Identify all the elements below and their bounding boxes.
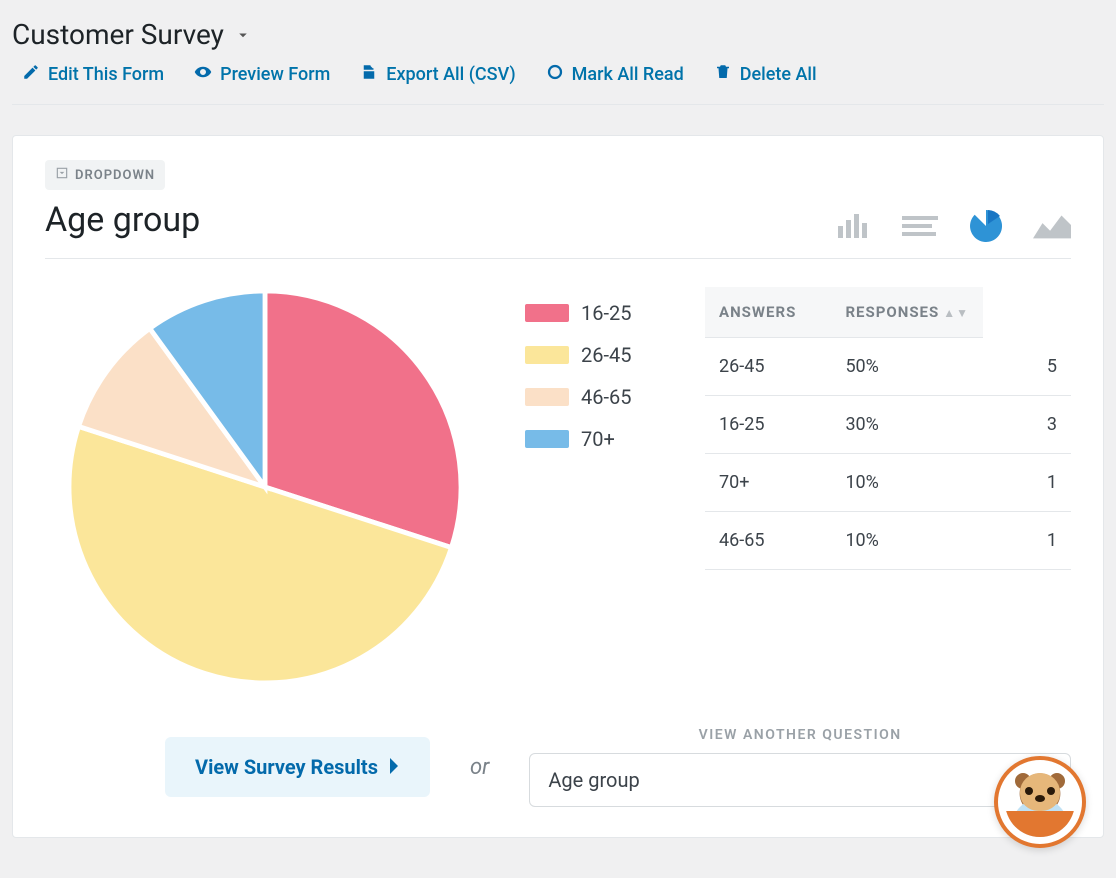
help-mascot-button[interactable]	[994, 756, 1086, 848]
chevron-down-icon	[234, 18, 252, 51]
delete-all-label: Delete All	[740, 64, 817, 85]
legend-label: 26-45	[581, 343, 632, 367]
edit-form-label: Edit This Form	[48, 64, 164, 85]
legend-swatch	[525, 346, 569, 364]
sort-icon: ▲▼	[943, 306, 969, 320]
question-select[interactable]: Age group	[529, 753, 1071, 807]
delete-all-link[interactable]: Delete All	[714, 63, 817, 86]
field-type-label: DROPDOWN	[75, 168, 155, 183]
legend-item: 70+	[525, 427, 665, 451]
circle-icon	[546, 63, 564, 86]
trash-icon	[714, 63, 732, 86]
responses-table: ANSWERS RESPONSES▲▼ 26-4550%516-2530%370…	[705, 287, 1071, 570]
legend-swatch	[525, 304, 569, 322]
question-title: Age group	[45, 200, 200, 240]
chart-legend: 16-25 26-45 46-65 70+	[525, 287, 665, 469]
export-icon	[360, 63, 378, 86]
view-another-label: VIEW ANOTHER QUESTION	[529, 727, 1071, 743]
table-row: 70+10%1	[705, 454, 1071, 512]
mascot-icon	[1005, 767, 1075, 837]
pencil-icon	[22, 63, 40, 86]
legend-label: 70+	[581, 427, 615, 451]
question-select-value: Age group	[548, 768, 639, 792]
mark-all-read-label: Mark All Read	[572, 64, 684, 85]
view-survey-results-button[interactable]: View Survey Results	[165, 737, 430, 797]
answers-header[interactable]: ANSWERS	[705, 287, 831, 338]
count-cell: 5	[983, 338, 1071, 396]
table-header-row: ANSWERS RESPONSES▲▼	[705, 287, 1071, 338]
legend-item: 16-25	[525, 301, 665, 325]
answer-cell: 46-65	[705, 512, 831, 570]
percent-cell: 30%	[831, 396, 983, 454]
answer-cell: 16-25	[705, 396, 831, 454]
legend-swatch	[525, 430, 569, 448]
dropdown-icon	[55, 166, 69, 184]
pie-chart	[45, 287, 485, 687]
percent-cell: 10%	[831, 454, 983, 512]
bar-chart-icon[interactable]	[835, 212, 873, 240]
legend-item: 26-45	[525, 343, 665, 367]
table-row: 16-2530%3	[705, 396, 1071, 454]
export-csv-link[interactable]: Export All (CSV)	[360, 63, 515, 86]
field-type-badge: DROPDOWN	[45, 160, 165, 190]
count-cell: 1	[983, 454, 1071, 512]
preview-form-link[interactable]: Preview Form	[194, 63, 330, 86]
view-mode-switcher	[835, 212, 1071, 240]
table-row: 26-4550%5	[705, 338, 1071, 396]
count-cell: 1	[983, 512, 1071, 570]
form-actions-bar: Edit This Form Preview Form Export All (…	[12, 57, 1104, 105]
export-csv-label: Export All (CSV)	[386, 64, 515, 85]
percent-cell: 10%	[831, 512, 983, 570]
table-row: 46-6510%1	[705, 512, 1071, 570]
view-results-label: View Survey Results	[195, 755, 378, 779]
responses-header[interactable]: RESPONSES▲▼	[831, 287, 983, 338]
eye-icon	[194, 63, 212, 86]
question-card: DROPDOWN Age group 16-2526-4546-6570+	[12, 135, 1104, 838]
count-cell: 3	[983, 396, 1071, 454]
answer-cell: 70+	[705, 454, 831, 512]
chevron-right-icon	[388, 755, 400, 779]
edit-form-link[interactable]: Edit This Form	[22, 63, 164, 86]
text-list-icon[interactable]	[901, 212, 939, 240]
preview-form-label: Preview Form	[220, 64, 330, 85]
percent-cell: 50%	[831, 338, 983, 396]
or-separator: or	[470, 755, 489, 780]
mark-all-read-link[interactable]: Mark All Read	[546, 63, 684, 86]
answer-cell: 26-45	[705, 338, 831, 396]
pie-chart-icon[interactable]	[967, 212, 1005, 240]
legend-label: 16-25	[581, 301, 632, 325]
legend-swatch	[525, 388, 569, 406]
legend-label: 46-65	[581, 385, 632, 409]
area-chart-icon[interactable]	[1033, 212, 1071, 240]
legend-item: 46-65	[525, 385, 665, 409]
form-title: Customer Survey	[12, 18, 224, 51]
page-title-row[interactable]: Customer Survey	[12, 18, 1104, 51]
